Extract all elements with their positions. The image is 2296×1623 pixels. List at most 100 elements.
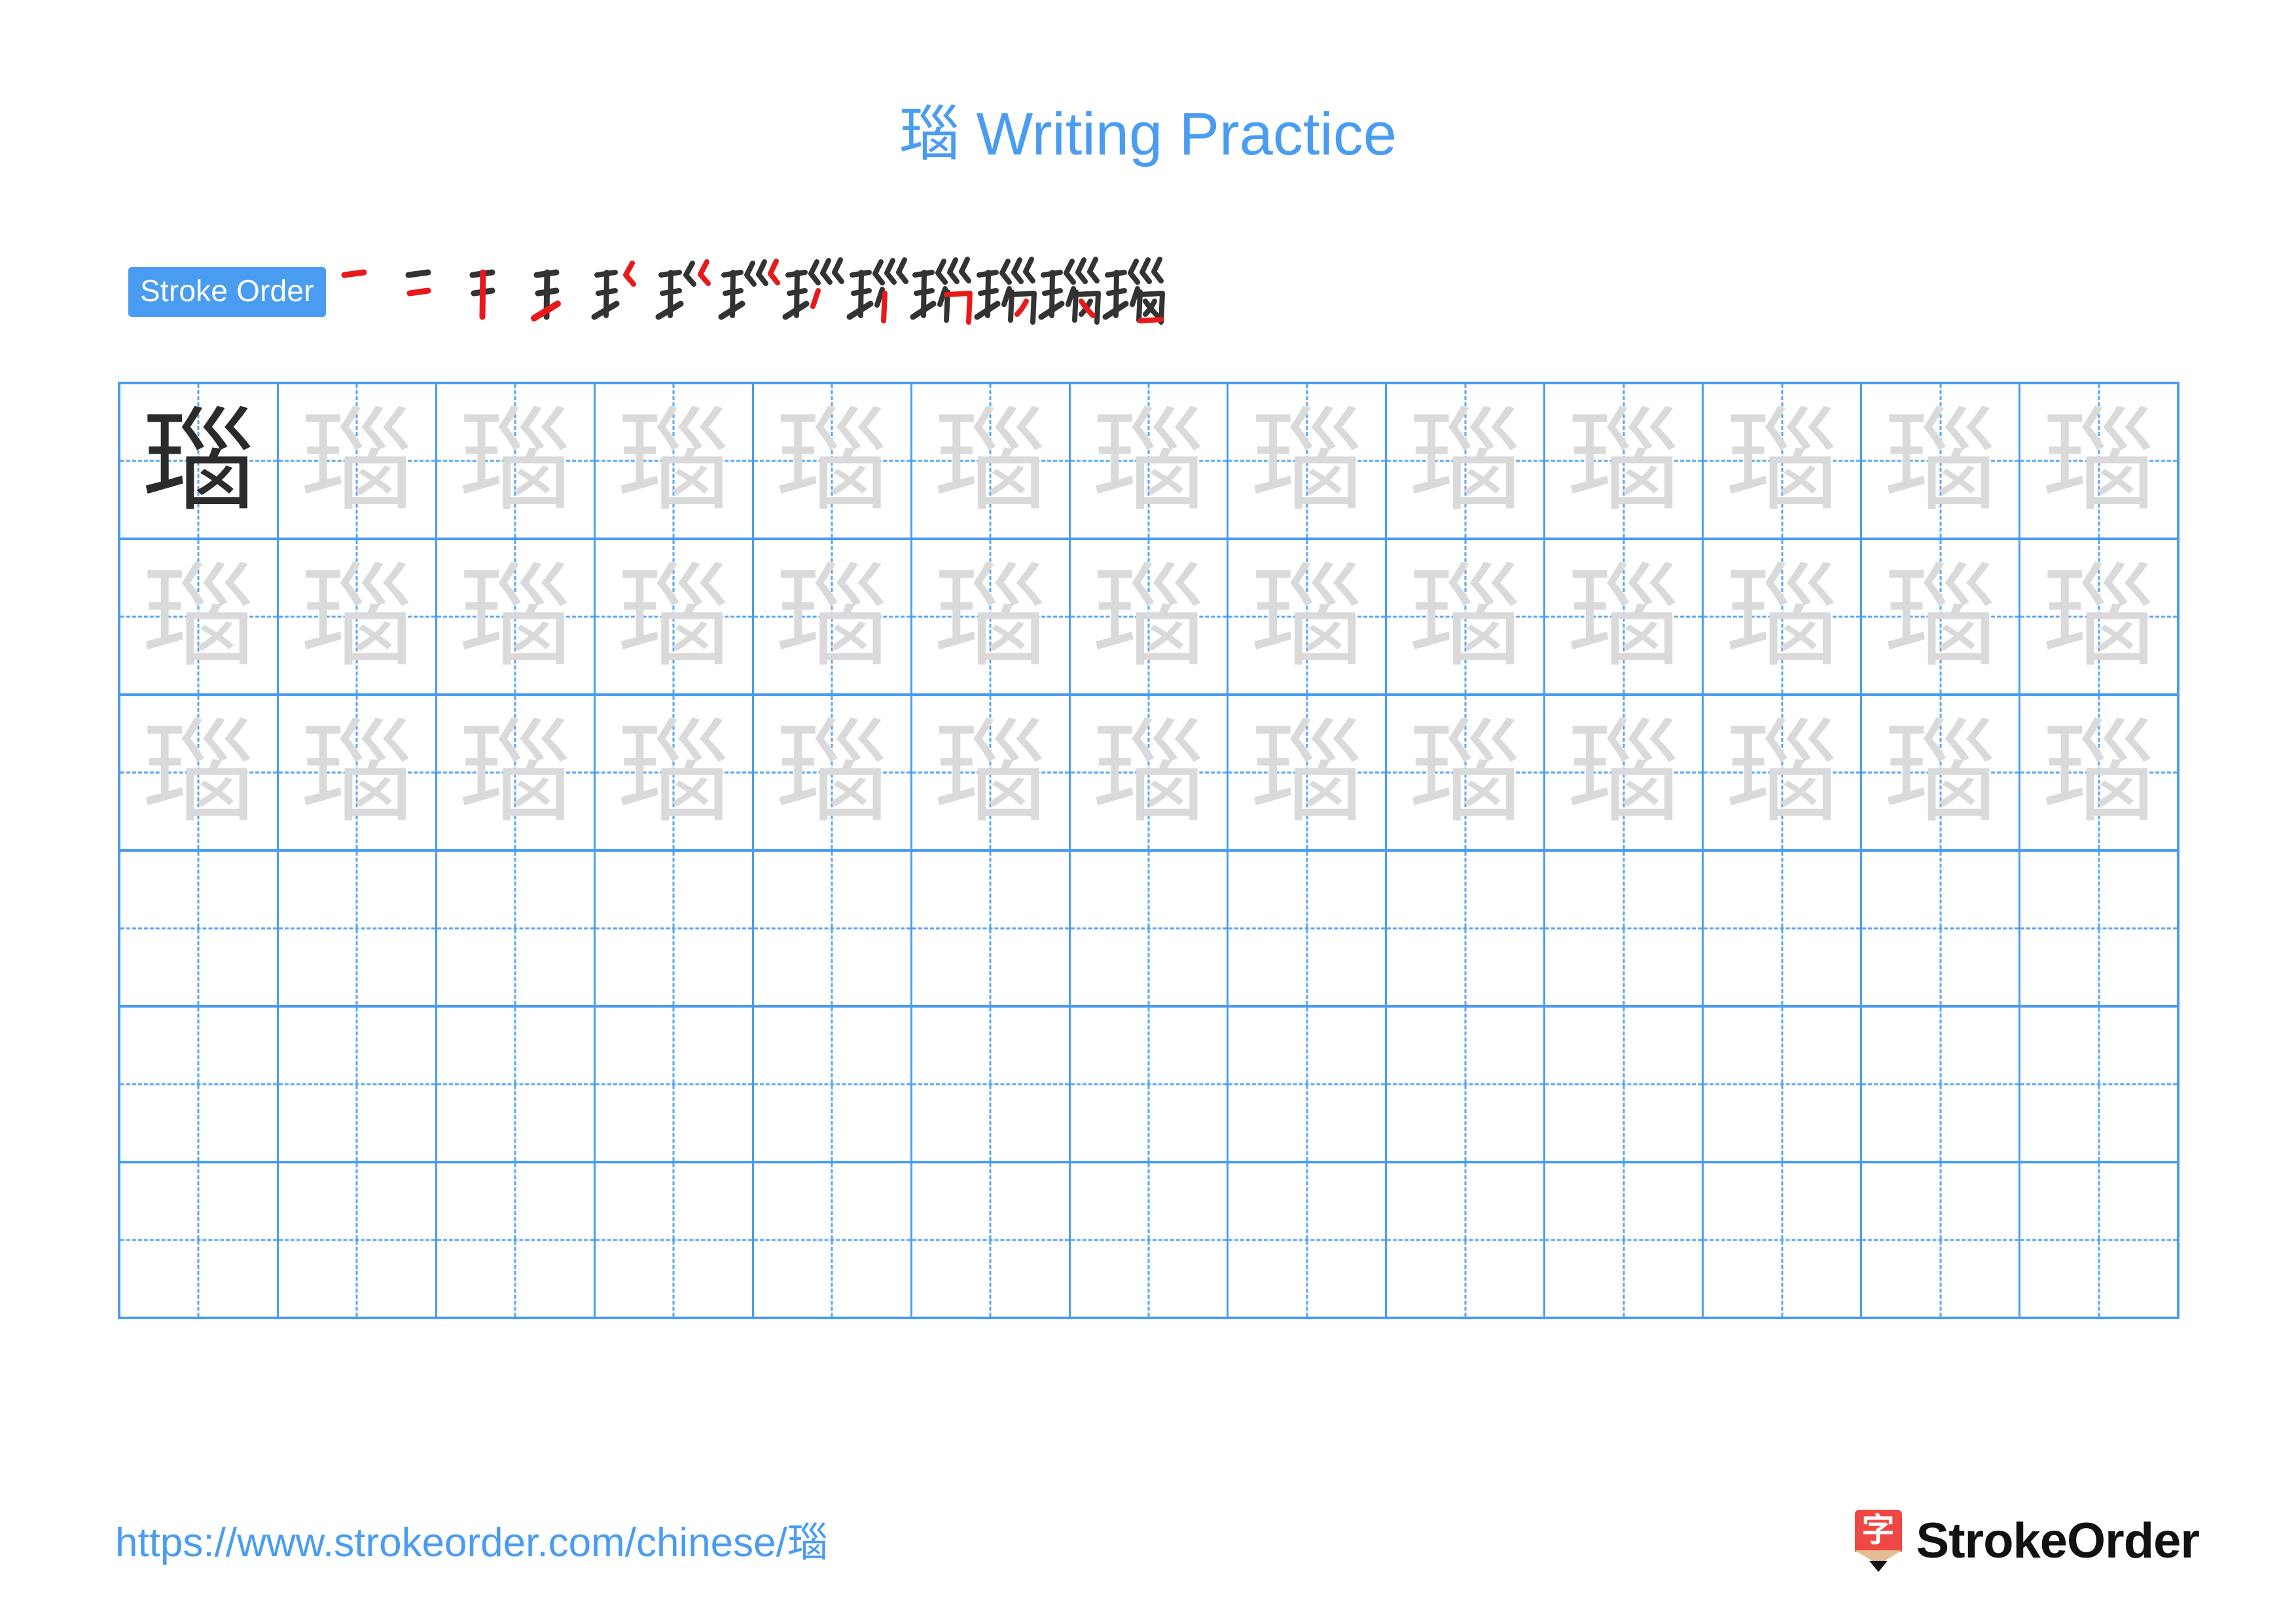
grid-cell[interactable]: 瑙	[1071, 540, 1229, 693]
grid-cell[interactable]: 瑙	[1545, 696, 1704, 849]
empty-practice-cell: 瑙	[1229, 1008, 1385, 1161]
grid-cell[interactable]: 瑙	[1071, 384, 1229, 538]
grid-cell[interactable]: 瑙	[754, 540, 912, 693]
grid-cell[interactable]: 瑙	[1545, 1163, 1704, 1317]
grid-cell[interactable]: 瑙	[912, 1163, 1071, 1317]
trace-character: 瑙	[1725, 395, 1839, 526]
grid-cell[interactable]: 瑙	[120, 1163, 279, 1317]
grid-cell[interactable]: 瑙	[1229, 384, 1388, 538]
empty-practice-cell: 瑙	[754, 852, 910, 1005]
grid-cell[interactable]: 瑙	[1071, 1008, 1229, 1161]
grid-cell[interactable]: 瑙	[2020, 1008, 2177, 1161]
grid-cell[interactable]: 瑙	[2020, 852, 2177, 1005]
grid-cell[interactable]: 瑙	[1387, 696, 1546, 849]
grid-cell[interactable]: 瑙	[1545, 540, 1704, 693]
grid-cell[interactable]: 瑙	[1862, 1008, 2021, 1161]
brand-logo[interactable]: 字 StrokeOrder	[1854, 1510, 2200, 1573]
grid-cell[interactable]: 瑙	[596, 1163, 754, 1317]
grid-cell[interactable]: 瑙	[279, 1008, 437, 1161]
empty-practice-cell: 瑙	[1387, 1163, 1543, 1317]
grid-cell[interactable]: 瑙	[120, 852, 279, 1005]
grid-cell[interactable]: 瑙	[912, 384, 1071, 538]
empty-practice-cell: 瑙	[596, 1008, 752, 1161]
grid-cell[interactable]: 瑙	[1545, 1008, 1704, 1161]
grid-cell[interactable]: 瑙	[1229, 540, 1388, 693]
trace-character: 瑙	[2042, 551, 2155, 682]
grid-cell[interactable]: 瑙	[1704, 852, 1863, 1005]
grid-cell[interactable]: 瑙	[912, 696, 1071, 849]
grid-cell[interactable]: 瑙	[1387, 1163, 1546, 1317]
grid-cell[interactable]: 瑙	[1387, 540, 1546, 693]
grid-cell[interactable]: 瑙	[120, 384, 279, 538]
grid-cell[interactable]: 瑙	[437, 696, 596, 849]
grid-cell[interactable]: 瑙	[1229, 1008, 1388, 1161]
empty-practice-cell: 瑙	[1862, 1008, 2018, 1161]
empty-practice-cell: 瑙	[1071, 852, 1227, 1005]
grid-cell[interactable]: 瑙	[1071, 1163, 1229, 1317]
grid-cell[interactable]: 瑙	[120, 1008, 279, 1161]
grid-cell[interactable]: 瑙	[437, 1008, 596, 1161]
grid-cell[interactable]: 瑙	[754, 852, 912, 1005]
grid-cell[interactable]: 瑙	[1071, 852, 1229, 1005]
grid-cell[interactable]: 瑙	[120, 540, 279, 693]
grid-cell[interactable]: 瑙	[912, 852, 1071, 1005]
empty-practice-cell: 瑙	[1545, 1008, 1702, 1161]
footer-url[interactable]: https://www.strokeorder.com/chinese/瑙	[115, 1518, 828, 1568]
grid-cell[interactable]: 瑙	[1862, 696, 2021, 849]
grid-cell[interactable]: 瑙	[1229, 1163, 1388, 1317]
grid-cell[interactable]: 瑙	[279, 696, 437, 849]
grid-cell[interactable]: 瑙	[912, 1008, 1071, 1161]
grid-cell[interactable]: 瑙	[1229, 696, 1388, 849]
grid-cell[interactable]: 瑙	[437, 540, 596, 693]
grid-cell[interactable]: 瑙	[1071, 696, 1229, 849]
grid-cell[interactable]: 瑙	[2020, 540, 2177, 693]
grid-cell[interactable]: 瑙	[912, 540, 1071, 693]
grid-cell[interactable]: 瑙	[754, 1008, 912, 1161]
grid-cell[interactable]: 瑙	[596, 1008, 754, 1161]
grid-cell[interactable]: 瑙	[596, 384, 754, 538]
grid-cell[interactable]: 瑙	[1704, 540, 1863, 693]
trace-character: 瑙	[142, 551, 255, 682]
grid-cell[interactable]: 瑙	[1704, 384, 1863, 538]
grid-cell[interactable]: 瑙	[2020, 384, 2177, 538]
grid-cell[interactable]: 瑙	[1862, 540, 2021, 693]
stroke-step-13	[1102, 253, 1169, 331]
grid-cell[interactable]: 瑙	[279, 1163, 437, 1317]
grid-cell[interactable]: 瑙	[1387, 852, 1546, 1005]
grid-cell[interactable]: 瑙	[279, 852, 437, 1005]
grid-cell[interactable]: 瑙	[1545, 852, 1704, 1005]
page-title: 瑙 Writing Practice	[0, 98, 2296, 170]
pencil-body: 字	[1854, 1510, 1902, 1552]
grid-cell[interactable]: 瑙	[1704, 1008, 1863, 1161]
grid-cell[interactable]: 瑙	[1862, 384, 2021, 538]
grid-cell[interactable]: 瑙	[120, 696, 279, 849]
grid-cell[interactable]: 瑙	[596, 852, 754, 1005]
grid-cell[interactable]: 瑙	[437, 1163, 596, 1317]
trace-character: 瑙	[1408, 551, 1522, 682]
grid-cell[interactable]: 瑙	[1862, 852, 2021, 1005]
grid-cell[interactable]: 瑙	[596, 540, 754, 693]
grid-cell[interactable]: 瑙	[2020, 1163, 2177, 1317]
grid-cell[interactable]: 瑙	[1545, 384, 1704, 538]
grid-cell[interactable]: 瑙	[437, 852, 596, 1005]
grid-cell[interactable]: 瑙	[754, 1163, 912, 1317]
grid-cell[interactable]: 瑙	[2020, 696, 2177, 849]
grid-cell[interactable]: 瑙	[596, 696, 754, 849]
grid-cell[interactable]: 瑙	[1229, 852, 1388, 1005]
trace-character: 瑙	[2042, 706, 2155, 838]
trace-character: 瑙	[776, 706, 889, 838]
grid-cell[interactable]: 瑙	[279, 540, 437, 693]
grid-cell[interactable]: 瑙	[1862, 1163, 2021, 1317]
stroke-order-section: Stroke Order	[128, 253, 1169, 331]
trace-character: 瑙	[459, 395, 572, 526]
grid-cell[interactable]: 瑙	[437, 384, 596, 538]
grid-cell[interactable]: 瑙	[754, 384, 912, 538]
trace-character: 瑙	[300, 551, 414, 682]
grid-cell[interactable]: 瑙	[279, 384, 437, 538]
grid-cell[interactable]: 瑙	[1704, 696, 1863, 849]
grid-cell[interactable]: 瑙	[754, 696, 912, 849]
grid-cell[interactable]: 瑙	[1704, 1163, 1863, 1317]
empty-practice-cell: 瑙	[437, 852, 594, 1005]
grid-cell[interactable]: 瑙	[1387, 1008, 1546, 1161]
grid-cell[interactable]: 瑙	[1387, 384, 1546, 538]
